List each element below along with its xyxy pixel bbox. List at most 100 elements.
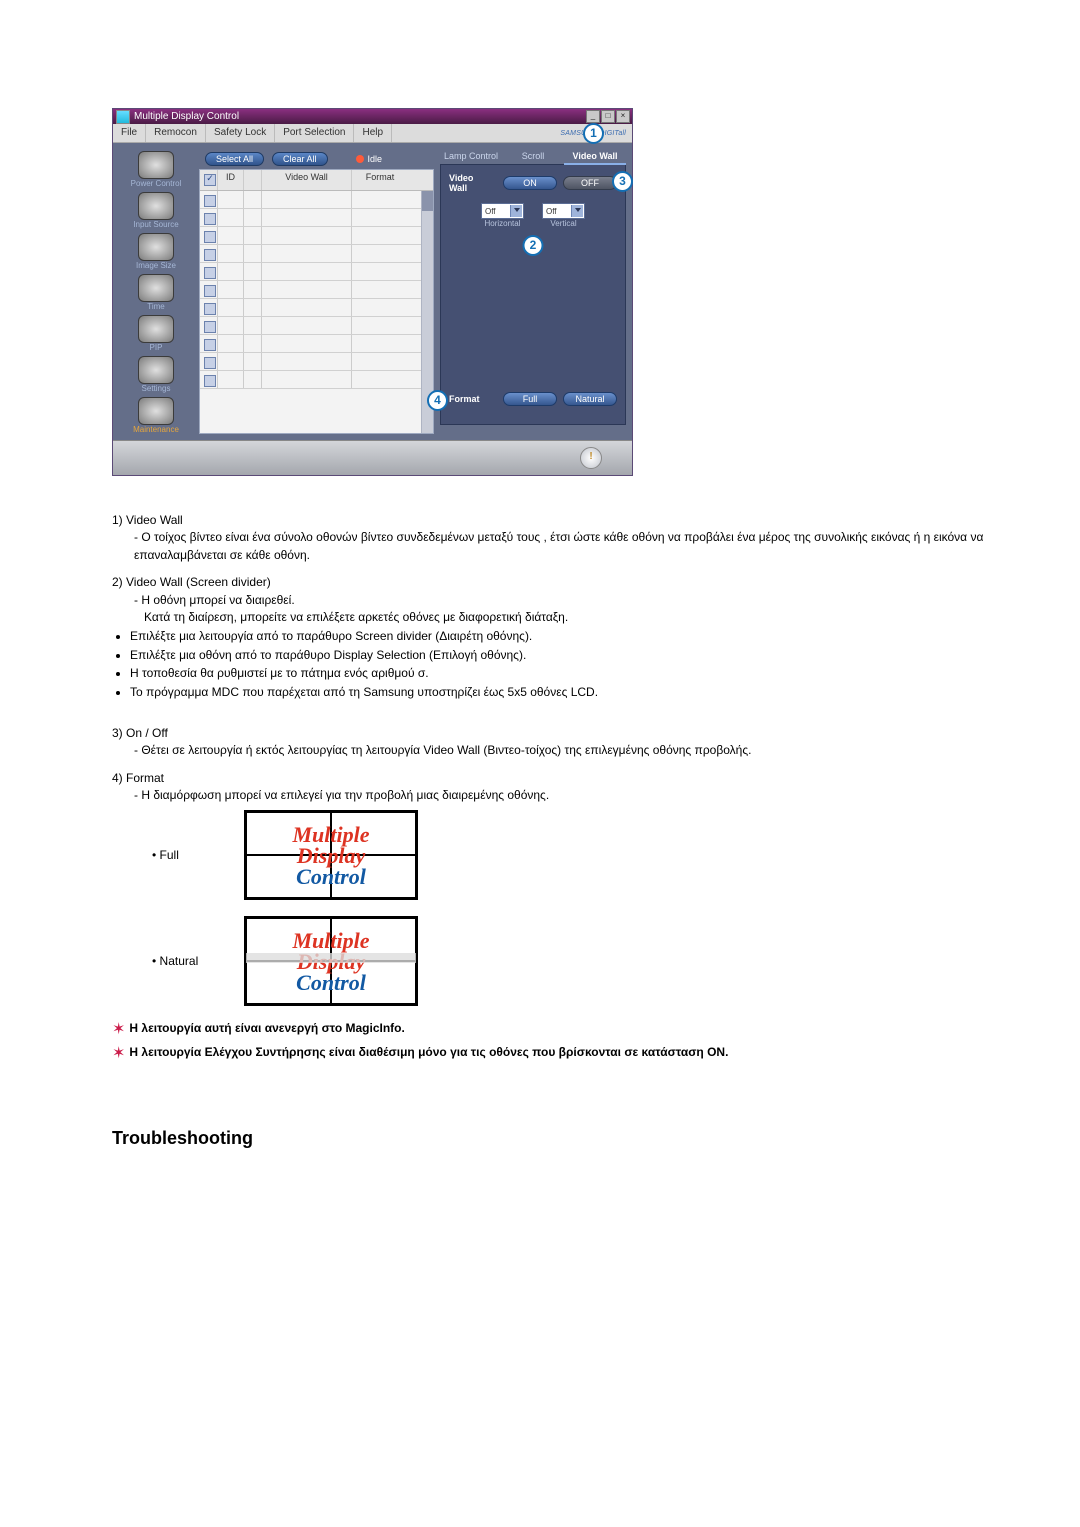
vertical-select[interactable]: Off xyxy=(542,203,585,219)
col-status xyxy=(244,170,262,190)
format-full-tile: Multiple Display Control xyxy=(244,810,418,900)
table-row[interactable] xyxy=(200,299,433,317)
sidebar-label: Maintenance xyxy=(119,425,193,434)
sidebar-label: Time xyxy=(119,302,193,311)
row-checkbox[interactable] xyxy=(204,213,216,225)
row-checkbox[interactable] xyxy=(204,249,216,261)
tab-lamp-control[interactable]: Lamp Control xyxy=(440,149,502,165)
vertical-sublabel: Vertical xyxy=(542,219,585,228)
center-pane: Select All Clear All Idle ID Video Wall xyxy=(199,149,434,434)
table-row[interactable] xyxy=(200,263,433,281)
table-row[interactable] xyxy=(200,281,433,299)
format-full-button[interactable]: Full xyxy=(503,392,557,406)
horizontal-sublabel: Horizontal xyxy=(481,219,524,228)
header-checkbox[interactable] xyxy=(204,174,216,186)
table-row[interactable] xyxy=(200,209,433,227)
row-checkbox[interactable] xyxy=(204,357,216,369)
item-1-text: - Ο τοίχος βίντεο είναι ένα σύνολο οθονώ… xyxy=(112,529,984,564)
app-icon xyxy=(116,110,130,124)
row-checkbox[interactable] xyxy=(204,303,216,315)
note-2: ✶Η λειτουργία Ελέγχου Συντήρησης είναι δ… xyxy=(112,1042,984,1065)
format-natural-label: Natural xyxy=(152,953,232,970)
horizontal-value: Off xyxy=(485,207,496,216)
status-dot-icon xyxy=(356,155,364,163)
grid-body xyxy=(200,191,433,433)
sidebar-label: Input Source xyxy=(119,220,193,229)
power-icon xyxy=(138,151,174,179)
input-source-icon xyxy=(138,192,174,220)
close-button[interactable]: × xyxy=(616,110,630,123)
row-checkbox[interactable] xyxy=(204,285,216,297)
star-icon: ✶ xyxy=(112,1021,125,1038)
table-row[interactable] xyxy=(200,353,433,371)
table-row[interactable] xyxy=(200,245,433,263)
row-checkbox[interactable] xyxy=(204,339,216,351)
col-id: ID xyxy=(218,170,244,190)
item-3-text: - Θέτει σε λειτουργία ή εκτός λειτουργία… xyxy=(112,742,984,759)
menu-file[interactable]: File xyxy=(113,124,146,142)
sidebar-item-power-control[interactable]: Power Control xyxy=(119,149,193,188)
item-3-head: 3) On / Off xyxy=(112,725,984,742)
sidebar-label: Image Size xyxy=(119,261,193,270)
row-checkbox[interactable] xyxy=(204,195,216,207)
tab-video-wall[interactable]: Video Wall xyxy=(564,149,626,165)
format-natural-button[interactable]: Natural xyxy=(563,392,617,406)
pip-icon xyxy=(138,315,174,343)
callout-2: 2 xyxy=(523,235,544,256)
bullet: Η τοποθεσία θα ρυθμιστεί με το πάτημα εν… xyxy=(130,665,984,682)
tab-scroll[interactable]: Scroll xyxy=(502,149,564,165)
window-title: Multiple Display Control xyxy=(134,111,239,122)
titlebar: Multiple Display Control _ □ × xyxy=(113,109,632,124)
sidebar-item-settings[interactable]: Settings xyxy=(119,354,193,393)
info-icon: ! xyxy=(580,447,602,469)
video-wall-on-button[interactable]: ON xyxy=(503,176,557,190)
sidebar-item-pip[interactable]: PIP xyxy=(119,313,193,352)
menu-port-selection[interactable]: Port Selection xyxy=(275,124,354,142)
idle-label: Idle xyxy=(368,154,383,164)
table-row[interactable] xyxy=(200,227,433,245)
table-row[interactable] xyxy=(200,371,433,389)
row-checkbox[interactable] xyxy=(204,231,216,243)
video-wall-off-button[interactable]: OFF xyxy=(563,176,617,190)
row-checkbox[interactable] xyxy=(204,375,216,387)
horizontal-select[interactable]: Off xyxy=(481,203,524,219)
menu-remocon[interactable]: Remocon xyxy=(146,124,206,142)
mdc-app-window: Multiple Display Control _ □ × File Remo… xyxy=(112,108,633,476)
table-row[interactable] xyxy=(200,317,433,335)
tile-line3: Control xyxy=(296,865,366,888)
row-checkbox[interactable] xyxy=(204,267,216,279)
item-2-text-a: - Η οθόνη μπορεί να διαιρεθεί. xyxy=(112,592,984,609)
callout-3: 3 xyxy=(612,171,633,192)
video-wall-label: Video Wall xyxy=(449,173,491,193)
vertical-value: Off xyxy=(546,207,557,216)
star-icon: ✶ xyxy=(112,1045,125,1062)
settings-icon xyxy=(138,356,174,384)
maximize-button[interactable]: □ xyxy=(601,110,615,123)
description-text: 1) Video Wall - Ο τοίχος βίντεο είναι έν… xyxy=(112,512,984,1151)
right-panel: 1 Lamp Control Scroll Video Wall Video W… xyxy=(440,149,626,434)
row-checkbox[interactable] xyxy=(204,321,216,333)
item-2-head: 2) Video Wall (Screen divider) xyxy=(112,574,984,591)
format-natural-tile: Multiple Display Control xyxy=(244,916,418,1006)
table-row[interactable] xyxy=(200,335,433,353)
item-2-bullets: Επιλέξτε μια λειτουργία από το παράθυρο … xyxy=(112,628,984,701)
menu-help[interactable]: Help xyxy=(354,124,392,142)
sidebar-item-input-source[interactable]: Input Source xyxy=(119,190,193,229)
idle-status: Idle xyxy=(356,154,383,164)
sidebar-label: Settings xyxy=(119,384,193,393)
sidebar-item-image-size[interactable]: Image Size xyxy=(119,231,193,270)
menu-safety-lock[interactable]: Safety Lock xyxy=(206,124,275,142)
bullet: Το πρόγραμμα MDC που παρέχεται από τη Sa… xyxy=(130,684,984,701)
item-2-text-b: Κατά τη διαίρεση, μπορείτε να επιλέξετε … xyxy=(112,609,984,626)
select-all-button[interactable]: Select All xyxy=(205,152,264,166)
sidebar-item-time[interactable]: Time xyxy=(119,272,193,311)
clear-all-button[interactable]: Clear All xyxy=(272,152,328,166)
table-row[interactable] xyxy=(200,191,433,209)
maintenance-icon xyxy=(138,397,174,425)
format-full-label: Full xyxy=(152,847,232,864)
sidebar-label: PIP xyxy=(119,343,193,352)
info-strip: ! xyxy=(113,440,632,475)
bullet: Επιλέξτε μια οθόνη από το παράθυρο Displ… xyxy=(130,647,984,664)
minimize-button[interactable]: _ xyxy=(586,110,600,123)
sidebar-item-maintenance[interactable]: Maintenance xyxy=(119,395,193,434)
